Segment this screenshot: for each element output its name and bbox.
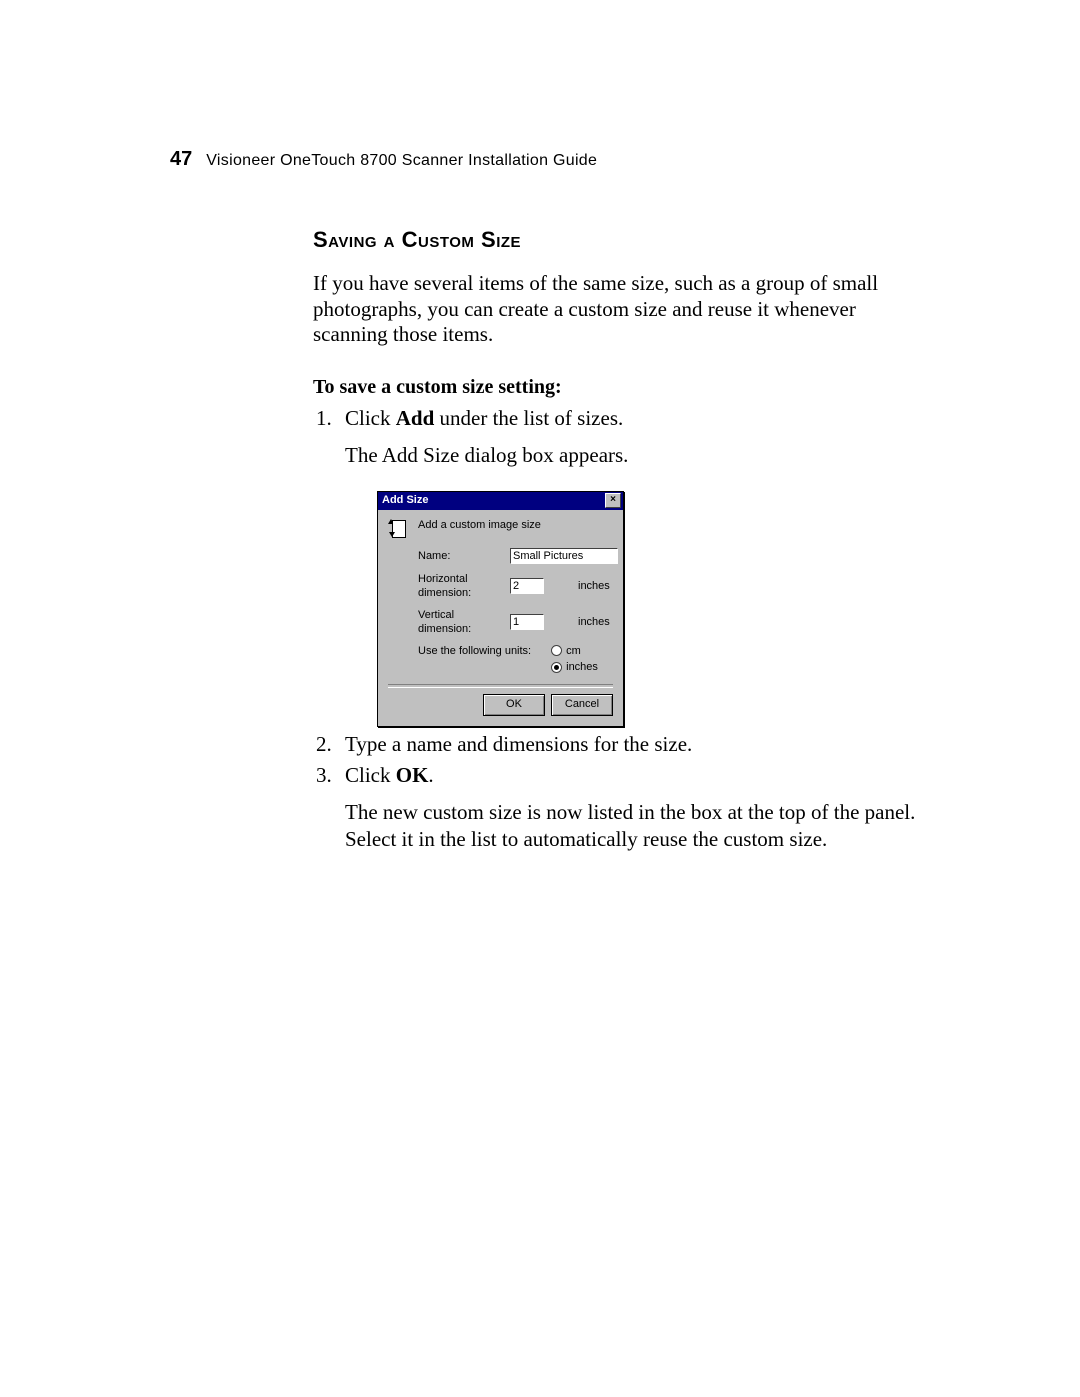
- header-title: Visioneer OneTouch 8700 Scanner Installa…: [206, 152, 597, 170]
- ok-button[interactable]: OK: [483, 694, 545, 716]
- page-number: 47: [170, 148, 192, 171]
- steps-list: Click Add under the list of sizes. The A…: [313, 405, 923, 853]
- step-1: Click Add under the list of sizes. The A…: [337, 405, 923, 727]
- vdim-unit: inches: [572, 615, 618, 629]
- hdim-unit: inches: [572, 579, 618, 593]
- separator: [388, 684, 613, 688]
- step-2: Type a name and dimensions for the size.: [337, 731, 923, 758]
- name-label: Name:: [418, 549, 506, 563]
- custom-size-icon: [388, 518, 408, 542]
- vdim-label: Vertical dimension:: [418, 608, 506, 636]
- step-3-text: Click OK.: [345, 763, 434, 787]
- radio-inches-label: inches: [566, 660, 598, 674]
- cancel-button[interactable]: Cancel: [551, 694, 613, 716]
- step-1-continuation: The Add Size dialog box appears.: [345, 442, 923, 469]
- radio-inches[interactable]: inches: [551, 660, 598, 674]
- hdim-label: Horizontal dimension:: [418, 572, 506, 600]
- section-heading: Saving a Custom Size: [313, 227, 925, 253]
- dialog-titlebar: Add Size ×: [378, 492, 623, 510]
- intro-paragraph: If you have several items of the same si…: [313, 271, 923, 348]
- vdim-input[interactable]: [510, 614, 544, 630]
- dialog-title: Add Size: [382, 493, 428, 507]
- dialog-caption: Add a custom image size: [418, 518, 541, 532]
- step-1-text: Click Add under the list of sizes.: [345, 406, 623, 430]
- step-2-text: Type a name and dimensions for the size.: [345, 732, 692, 756]
- add-size-dialog: Add Size × Add a custom image size: [377, 491, 624, 727]
- hdim-input[interactable]: [510, 578, 544, 594]
- name-input[interactable]: [510, 548, 618, 564]
- close-button[interactable]: ×: [605, 493, 621, 508]
- step-3-continuation: The new custom size is now listed in the…: [345, 799, 923, 853]
- radio-cm[interactable]: cm: [551, 644, 598, 658]
- radio-cm-label: cm: [566, 644, 581, 658]
- radio-cm-indicator: [551, 645, 562, 656]
- radio-inches-indicator: [551, 662, 562, 673]
- units-radio-group: cm inches: [551, 644, 598, 674]
- units-label: Use the following units:: [418, 644, 531, 674]
- step-3: Click OK. The new custom size is now lis…: [337, 762, 923, 853]
- running-header: 47 Visioneer OneTouch 8700 Scanner Insta…: [170, 148, 925, 171]
- procedure-heading: To save a custom size setting:: [313, 376, 923, 399]
